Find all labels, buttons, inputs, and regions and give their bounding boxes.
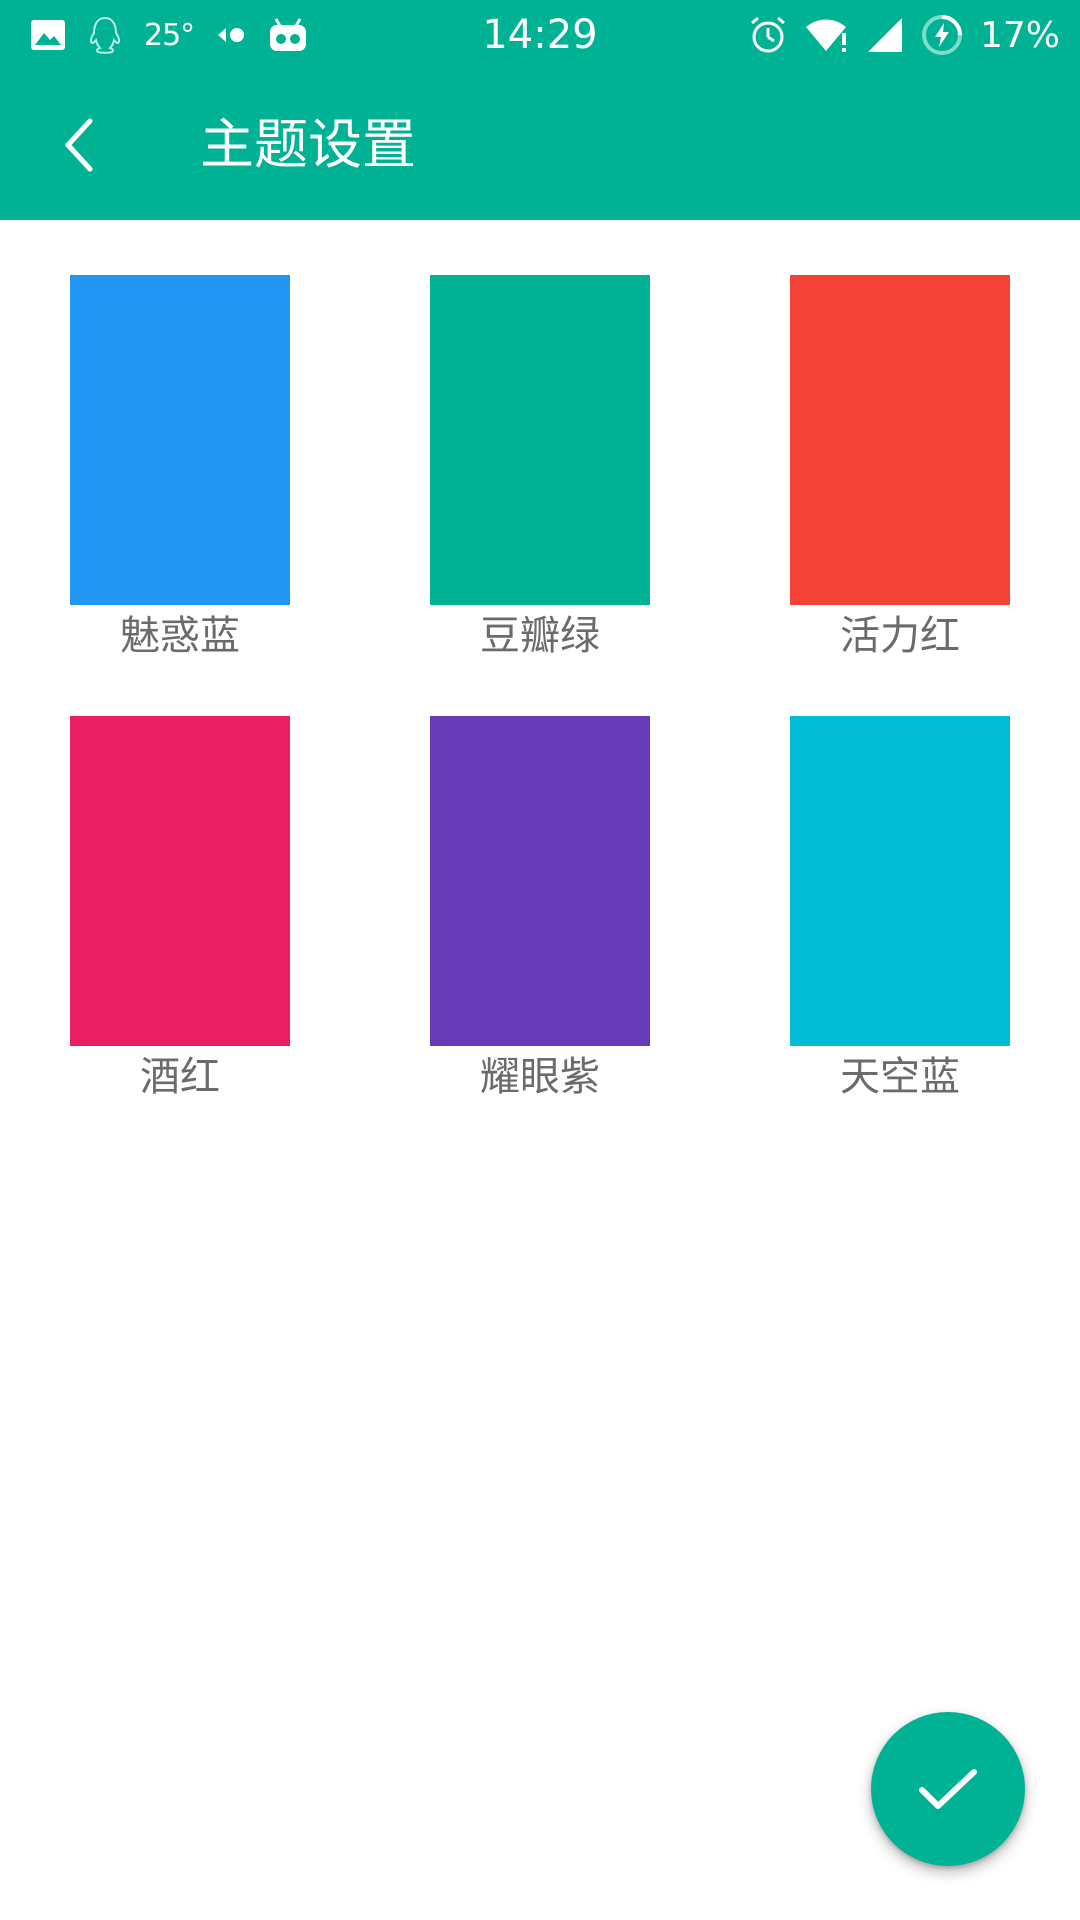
back-button[interactable] — [40, 105, 120, 185]
theme-label: 酒红 — [140, 1054, 220, 1100]
theme-option-dazzling-purple[interactable]: 耀眼紫 — [430, 716, 650, 1102]
toolbar: 主题设置 — [0, 70, 1080, 220]
theme-option-charming-blue[interactable]: 魅惑蓝 — [70, 275, 290, 661]
status-bar: 25° 14:29 17% — [0, 0, 1080, 70]
theme-swatch[interactable] — [70, 275, 290, 605]
theme-label: 耀眼紫 — [480, 1054, 600, 1100]
status-bar-right: 17% — [748, 10, 1060, 60]
confirm-fab-button[interactable] — [871, 1712, 1025, 1866]
theme-option-sky-blue[interactable]: 天空蓝 — [790, 716, 1010, 1102]
theme-label: 魅惑蓝 — [120, 613, 240, 659]
theme-swatch[interactable] — [430, 275, 650, 605]
theme-swatch[interactable] — [70, 716, 290, 1046]
signal-icon — [866, 16, 904, 54]
theme-label: 活力红 — [840, 613, 960, 659]
back-arrow-icon — [65, 118, 93, 172]
check-icon — [919, 1769, 977, 1809]
theme-settings-screen: 25° 14:29 17% 主题设置 魅惑蓝 豆瓣绿 活力红 酒红 耀眼紫 天空… — [0, 0, 1080, 1920]
theme-swatch[interactable] — [790, 716, 1010, 1046]
theme-option-douban-green[interactable]: 豆瓣绿 — [430, 275, 650, 661]
theme-option-wine-red[interactable]: 酒红 — [70, 716, 290, 1102]
theme-swatch[interactable] — [430, 716, 650, 1046]
page-title: 主题设置 — [200, 113, 416, 176]
battery-percentage: 17% — [979, 14, 1060, 56]
theme-label: 豆瓣绿 — [480, 613, 600, 659]
theme-label: 天空蓝 — [840, 1054, 960, 1100]
theme-swatch[interactable] — [790, 275, 1010, 605]
battery-charging-icon — [920, 13, 964, 57]
alarm-icon — [748, 15, 788, 55]
wifi-icon — [804, 15, 850, 55]
theme-option-vibrant-red[interactable]: 活力红 — [790, 275, 1010, 661]
